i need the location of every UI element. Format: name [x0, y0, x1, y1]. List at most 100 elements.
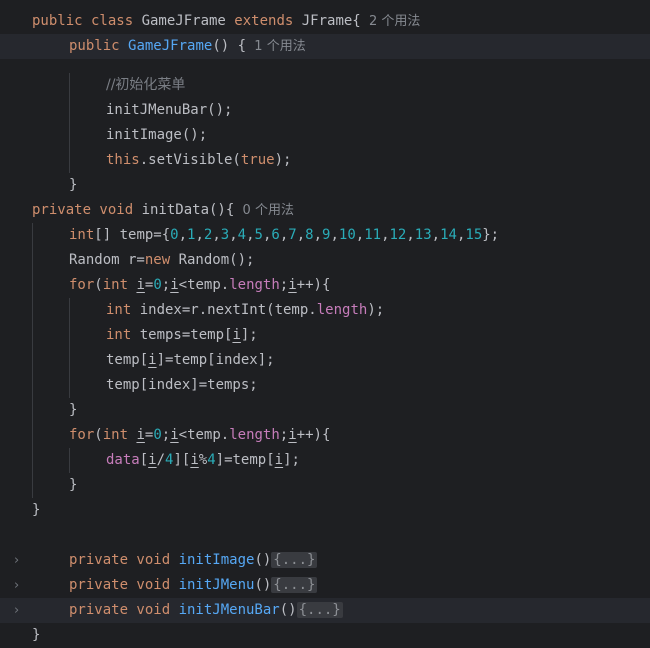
- chevron-right-icon[interactable]: ›: [14, 598, 26, 623]
- code-line[interactable]: initImage();: [0, 123, 650, 148]
- code-line[interactable]: › private void initJMenuBar() {...}: [0, 598, 650, 623]
- code-token: i: [288, 427, 297, 443]
- code-token: length: [316, 302, 368, 318]
- code-token: temps=temp[: [139, 327, 233, 343]
- code-token: ,: [381, 227, 390, 243]
- code-line[interactable]: int temps=temp[i];: [0, 323, 650, 348]
- code-text: Random r=new Random();: [69, 248, 254, 273]
- code-token: i: [170, 277, 179, 293]
- code-token: int: [102, 277, 137, 293]
- code-token: }: [32, 502, 41, 518]
- code-token: 0: [153, 427, 162, 443]
- code-line[interactable]: for(int i=0;i<temp.length;i++){: [0, 423, 650, 448]
- code-token: 12: [389, 227, 407, 243]
- code-token: ,: [246, 227, 255, 243]
- code-line[interactable]: }: [0, 398, 650, 423]
- code-token: JFrame{: [301, 13, 361, 29]
- code-token: /: [156, 452, 166, 468]
- code-line[interactable]: }: [0, 623, 650, 648]
- code-line[interactable]: public GameJFrame() { 1 个用法: [0, 34, 650, 59]
- code-line[interactable]: initJMenuBar();: [0, 98, 650, 123]
- code-text: for(int i=0;i<temp.length;i++){: [69, 423, 330, 448]
- code-token: ;: [161, 277, 171, 293]
- code-token: ;: [279, 427, 289, 443]
- code-token: [: [139, 452, 149, 468]
- code-token: i: [288, 277, 297, 293]
- code-text: initImage();: [106, 123, 207, 148]
- usage-hint[interactable]: 2 个用法: [361, 14, 420, 29]
- code-line[interactable]: this.setVisible(true);: [0, 148, 650, 173]
- code-text: temp[i]=temp[index];: [106, 348, 275, 373]
- code-line[interactable]: temp[index]=temps;: [0, 373, 650, 398]
- code-line[interactable]: temp[i]=temp[index];: [0, 348, 650, 373]
- code-token: i: [190, 452, 199, 468]
- code-text: }: [32, 623, 40, 648]
- code-text: }: [69, 173, 77, 198]
- code-line[interactable]: }: [0, 473, 650, 498]
- code-token: 5: [254, 227, 263, 243]
- code-line[interactable]: public class GameJFrame extends JFrame{ …: [0, 9, 650, 34]
- code-text: public GameJFrame() { 1 个用法: [69, 34, 306, 59]
- code-token: 10: [338, 227, 356, 243]
- code-token: (): [254, 577, 272, 593]
- code-token: 0: [153, 277, 162, 293]
- code-line[interactable]: [0, 523, 650, 548]
- folded-code-block[interactable]: {...}: [271, 552, 318, 568]
- code-token: initJMenuBar();: [106, 102, 233, 118]
- code-token: <temp.: [178, 277, 230, 293]
- code-token: initData(){: [141, 202, 235, 218]
- code-token: Random();: [178, 252, 255, 268]
- code-token: }: [32, 627, 41, 643]
- code-token: for: [69, 427, 95, 443]
- code-line[interactable]: for(int i=0;i<temp.length;i++){: [0, 273, 650, 298]
- folded-code-block[interactable]: {...}: [271, 577, 318, 593]
- code-token: () {: [212, 38, 247, 54]
- code-token: 0: [170, 227, 179, 243]
- code-line[interactable]: data[i/4][i%4]=temp[i];: [0, 448, 650, 473]
- chevron-right-icon[interactable]: ›: [14, 573, 26, 598]
- code-line[interactable]: }: [0, 498, 650, 523]
- code-token: i: [148, 352, 157, 368]
- code-line[interactable]: › private void initImage() {...}: [0, 548, 650, 573]
- code-line[interactable]: }: [0, 173, 650, 198]
- code-token: (: [94, 427, 103, 443]
- code-token: (): [254, 552, 272, 568]
- code-line[interactable]: Random r=new Random();: [0, 248, 650, 273]
- code-text: private void initJMenu() {...}: [69, 573, 318, 598]
- folded-code-block[interactable]: {...}: [296, 602, 343, 618]
- code-line[interactable]: › private void initJMenu() {...}: [0, 573, 650, 598]
- code-text: data[i/4][i%4]=temp[i];: [106, 448, 300, 473]
- code-token: <temp.: [178, 427, 230, 443]
- code-token: %: [198, 452, 208, 468]
- usage-hint[interactable]: 0 个用法: [234, 203, 294, 218]
- code-token: public: [69, 38, 129, 54]
- code-token: 6: [271, 227, 280, 243]
- code-token: }: [69, 177, 78, 193]
- code-token: 8: [305, 227, 314, 243]
- code-token: ++){: [296, 277, 331, 293]
- code-line[interactable]: //初始化菜单: [0, 73, 650, 98]
- code-line[interactable]: int[] temp={0,1,2,3,4,5,6,7,8,9,10,11,12…: [0, 223, 650, 248]
- code-token: i: [232, 327, 241, 343]
- code-line[interactable]: int index=r.nextInt(temp.length);: [0, 298, 650, 323]
- chevron-right-icon[interactable]: ›: [14, 548, 26, 573]
- code-line[interactable]: private void initData(){ 0 个用法: [0, 198, 650, 223]
- code-token: (): [279, 602, 297, 618]
- code-token: 13: [414, 227, 432, 243]
- code-token: initJMenuBar: [178, 602, 280, 618]
- code-token: public class: [32, 13, 142, 29]
- code-text: int[] temp={0,1,2,3,4,5,6,7,8,9,10,11,12…: [69, 223, 499, 248]
- indent-guide: [69, 73, 70, 173]
- code-text: private void initImage() {...}: [69, 548, 318, 573]
- code-token: );: [367, 302, 385, 318]
- code-text: }: [69, 398, 77, 423]
- code-token: 4: [237, 227, 247, 243]
- code-text: }: [32, 498, 40, 523]
- code-token: ,: [406, 227, 415, 243]
- code-text: //初始化菜单: [106, 73, 185, 98]
- code-token: ,: [296, 227, 306, 243]
- code-token: ;: [161, 427, 171, 443]
- code-token: initImage: [178, 552, 255, 568]
- usage-hint[interactable]: 1 个用法: [246, 39, 305, 54]
- code-token: private void: [69, 552, 179, 568]
